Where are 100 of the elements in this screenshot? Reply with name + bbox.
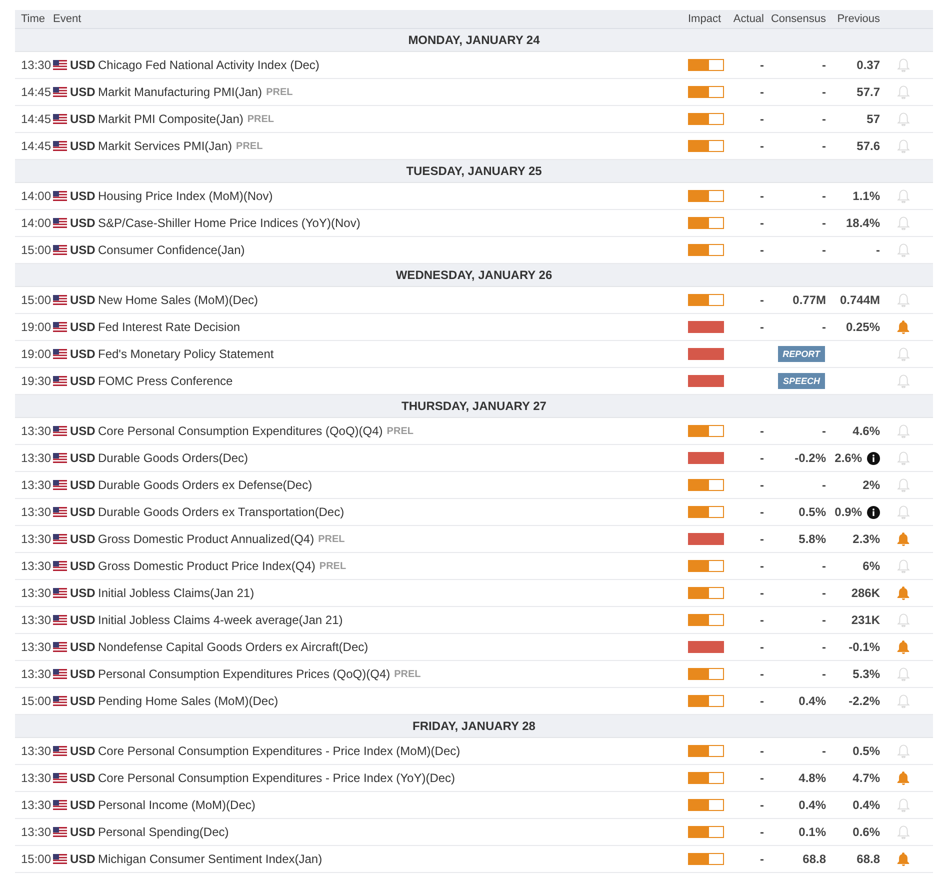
column-header: Impact [688,12,722,27]
consensus-value: 0.4% [798,797,826,814]
actual-value: - [760,531,764,548]
impact-bar [688,244,724,256]
column-header: Consensus [770,12,826,27]
previous-value: 0.25% [846,319,880,336]
column-header: Time [20,12,46,27]
impact-bar [688,695,724,707]
consensus-value: - [822,612,826,629]
event-name: New Home Sales (MoM)(Dec) [98,292,258,309]
impact-bar [688,745,724,757]
bell-icon[interactable] [897,667,910,681]
event-name: Fed's Monetary Policy Statement [98,346,274,363]
actual-value: - [760,770,764,787]
bell-icon[interactable] [897,243,910,257]
event-name: Personal Consumption Expenditures Prices (QoQ)(Q4) [98,666,390,683]
bell-icon[interactable] [897,852,910,866]
us-flag-icon [53,854,67,864]
bell-icon[interactable] [897,320,910,334]
impact-bar [688,425,724,437]
bell-icon[interactable] [897,532,910,546]
us-flag-icon [53,746,67,756]
bell-icon[interactable] [897,189,910,203]
event-time: 13:30 [20,639,52,656]
previous-value: 231K [851,612,880,629]
currency-code: USD [70,770,96,787]
us-flag-icon [53,114,67,124]
bell-icon[interactable] [897,347,910,361]
us-flag-icon [53,245,67,255]
impact-bar [688,217,724,229]
previous-value: 57.7 [856,84,880,101]
actual-value: - [760,188,764,205]
currency-code: USD [70,693,96,710]
bell-icon[interactable] [897,451,910,465]
consensus-value: - [822,57,826,74]
day-header: FRIDAY, JANUARY 28 [15,715,933,738]
us-flag-icon [53,87,67,97]
previous-value: 4.6% [852,423,880,440]
consensus-value: 0.4% [798,693,826,710]
impact-bar [688,479,724,491]
currency-code: USD [70,558,96,575]
consensus-value: - [822,319,826,336]
bell-icon[interactable] [897,744,910,758]
bell-icon[interactable] [897,424,910,438]
actual-value: - [760,558,764,575]
prel-tag: PREL [394,666,421,682]
consensus-value: 0.5% [798,504,826,521]
consensus-value: - [822,215,826,232]
us-flag-icon [53,669,67,679]
bell-icon[interactable] [897,112,910,126]
currency-code: USD [70,743,96,760]
event-name: Core Personal Consumption Expenditures - Price Index (MoM)(Dec) [98,743,460,760]
bell-icon[interactable] [897,613,910,627]
bell-icon[interactable] [897,694,910,708]
event-name: Personal Income (MoM)(Dec) [98,797,256,814]
us-flag-icon [53,218,67,228]
bell-icon[interactable] [897,85,910,99]
bell-icon[interactable] [897,293,910,307]
bell-icon[interactable] [897,640,910,654]
bell-icon[interactable] [897,825,910,839]
consensus-value: - [822,84,826,101]
bell-icon[interactable] [897,478,910,492]
previous-value: 0.4% [852,797,880,814]
actual-value: - [760,851,764,868]
us-flag-icon [53,561,67,571]
prel-tag: PREL [386,424,414,438]
actual-value: - [760,215,764,232]
actual-value: - [760,824,764,841]
actual-value: - [760,319,764,336]
bell-icon[interactable] [897,798,910,812]
column-header: Event [53,12,82,27]
event-time: 13:30 [20,558,52,575]
event-name: Gross Domestic Product Price Index(Q4) [98,558,316,575]
bell-icon[interactable] [897,216,910,230]
consensus-value: 0.1% [798,824,826,841]
bell-icon[interactable] [897,58,910,72]
actual-value: - [760,138,764,155]
info-icon[interactable] [867,506,880,518]
bell-icon[interactable] [897,139,910,153]
event-time: 13:30 [20,666,52,683]
bell-icon[interactable] [897,559,910,573]
bell-icon[interactable] [897,771,910,785]
previous-value: 0.6% [852,824,880,841]
impact-bar [688,587,724,599]
bell-icon[interactable] [897,374,910,388]
event-time: 13:30 [20,824,52,841]
us-flag-icon [53,642,67,652]
previous-value: 4.7% [852,770,880,787]
bell-icon[interactable] [897,586,910,600]
bell-icon[interactable] [897,505,910,519]
actual-value: - [760,743,764,760]
previous-value: - [876,242,880,259]
event-name: Housing Price Index (MoM)(Nov) [98,188,273,205]
currency-code: USD [70,851,96,868]
event-time: 15:00 [20,851,52,868]
column-header: Actual [732,12,764,27]
event-name: FOMC Press Conference [98,373,233,390]
info-icon[interactable] [867,452,880,464]
event-time: 13:30 [20,531,52,548]
previous-value: 1.1% [852,188,880,205]
